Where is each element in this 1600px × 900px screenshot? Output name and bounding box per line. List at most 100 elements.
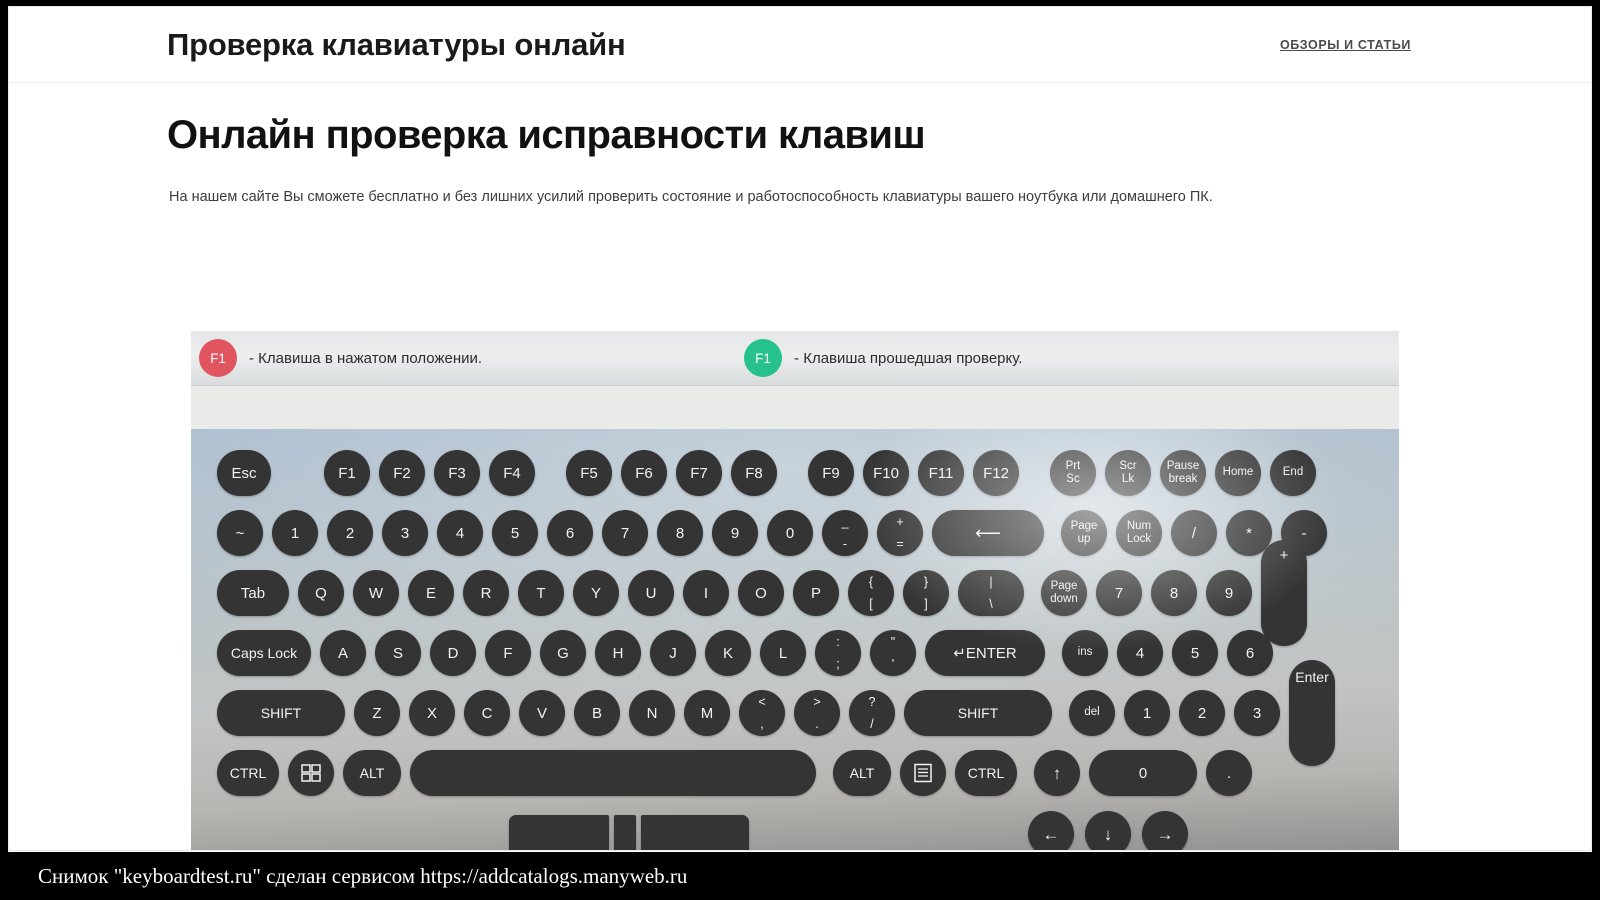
key-8[interactable]: 8 — [657, 510, 703, 556]
key-numpad-9[interactable]: 9 — [1206, 570, 1252, 616]
key-1[interactable]: 1 — [272, 510, 318, 556]
key-shift-left[interactable]: SHIFT — [217, 690, 345, 736]
trackpad-right-button[interactable] — [641, 815, 749, 850]
key-numpad-0[interactable]: 0 — [1089, 750, 1197, 796]
key-n[interactable]: N — [629, 690, 675, 736]
key-numpad-6[interactable]: 6 — [1227, 630, 1273, 676]
trackpad-buttons[interactable] — [509, 815, 749, 850]
key-b[interactable]: B — [574, 690, 620, 736]
key-e[interactable]: E — [408, 570, 454, 616]
key-home[interactable]: Home — [1215, 450, 1261, 496]
key-insert[interactable]: ins — [1062, 630, 1108, 676]
key-f11[interactable]: F11 — [918, 450, 964, 496]
key-quote[interactable]: " ' — [870, 630, 916, 676]
key-t[interactable]: T — [518, 570, 564, 616]
key-alt-left[interactable]: ALT — [343, 750, 401, 796]
key-y[interactable]: Y — [573, 570, 619, 616]
key-semicolon[interactable]: : ; — [815, 630, 861, 676]
key-numpad-divide[interactable]: / — [1171, 510, 1217, 556]
key-4[interactable]: 4 — [437, 510, 483, 556]
key-page-up[interactable]: Page up — [1061, 510, 1107, 556]
key-l[interactable]: L — [760, 630, 806, 676]
key-minus-underscore[interactable]: _ - — [822, 510, 868, 556]
key-delete[interactable]: del — [1069, 690, 1115, 736]
key-scroll-lock[interactable]: Scr Lk — [1105, 450, 1151, 496]
key-2[interactable]: 2 — [327, 510, 373, 556]
key-w[interactable]: W — [353, 570, 399, 616]
key-p[interactable]: P — [793, 570, 839, 616]
key-f10[interactable]: F10 — [863, 450, 909, 496]
key-backslash[interactable]: | \ — [958, 570, 1024, 616]
key-c[interactable]: C — [464, 690, 510, 736]
trackpad-middle-button[interactable] — [614, 815, 636, 850]
key-9[interactable]: 9 — [712, 510, 758, 556]
key-plus-equals[interactable]: + = — [877, 510, 923, 556]
key-ctrl-left[interactable]: CTRL — [217, 750, 279, 796]
key-r[interactable]: R — [463, 570, 509, 616]
key-7[interactable]: 7 — [602, 510, 648, 556]
key-f[interactable]: F — [485, 630, 531, 676]
key-f3[interactable]: F3 — [434, 450, 480, 496]
key-arrow-up[interactable]: ↑ — [1034, 750, 1080, 796]
key-esc[interactable]: Esc — [217, 450, 271, 496]
key-space[interactable] — [410, 750, 816, 796]
key-z[interactable]: Z — [354, 690, 400, 736]
windows-icon[interactable] — [288, 750, 334, 796]
key-alt-right[interactable]: ALT — [833, 750, 891, 796]
key-0[interactable]: 0 — [767, 510, 813, 556]
key-arrow-left[interactable]: ← — [1028, 811, 1074, 850]
key-a[interactable]: A — [320, 630, 366, 676]
key-f12[interactable]: F12 — [973, 450, 1019, 496]
context-menu-icon[interactable] — [900, 750, 946, 796]
key-d[interactable]: D — [430, 630, 476, 676]
key-f6[interactable]: F6 — [621, 450, 667, 496]
key-comma[interactable]: < , — [739, 690, 785, 736]
key-tab[interactable]: Tab — [217, 570, 289, 616]
trackpad-left-button[interactable] — [509, 815, 609, 850]
key-h[interactable]: H — [595, 630, 641, 676]
key-shift-right[interactable]: SHIFT — [904, 690, 1052, 736]
key-6[interactable]: 6 — [547, 510, 593, 556]
key-f9[interactable]: F9 — [808, 450, 854, 496]
key-m[interactable]: M — [684, 690, 730, 736]
key-enter[interactable]: ↵ENTER — [925, 630, 1045, 676]
key-period[interactable]: > . — [794, 690, 840, 736]
key-caps-lock[interactable]: Caps Lock — [217, 630, 311, 676]
key-arrow-right[interactable]: → — [1142, 811, 1188, 850]
key-numpad-8[interactable]: 8 — [1151, 570, 1197, 616]
key-u[interactable]: U — [628, 570, 674, 616]
key-bracket-close[interactable]: } ] — [903, 570, 949, 616]
key-f8[interactable]: F8 — [731, 450, 777, 496]
key-x[interactable]: X — [409, 690, 455, 736]
key-g[interactable]: G — [540, 630, 586, 676]
key-j[interactable]: J — [650, 630, 696, 676]
key-numpad-1[interactable]: 1 — [1124, 690, 1170, 736]
key-backspace[interactable]: ⟵ — [932, 510, 1044, 556]
key-f7[interactable]: F7 — [676, 450, 722, 496]
key-numpad-2[interactable]: 2 — [1179, 690, 1225, 736]
key-i[interactable]: I — [683, 570, 729, 616]
key-print-screen[interactable]: Prt Sc — [1050, 450, 1096, 496]
key-num-lock[interactable]: Num Lock — [1116, 510, 1162, 556]
key-bracket-open[interactable]: { [ — [848, 570, 894, 616]
keyboard[interactable]: Esc F 1 F2 F3 F4 F5 F6 F7 F8 F9 F10 F11 F… — [191, 429, 1399, 850]
key-f2[interactable]: F2 — [379, 450, 425, 496]
key-k[interactable]: K — [705, 630, 751, 676]
key-slash[interactable]: ? / — [849, 690, 895, 736]
key-arrow-down[interactable]: ↓ — [1085, 811, 1131, 850]
key-s[interactable]: S — [375, 630, 421, 676]
keyboard-test-widget[interactable]: F1 - Клавиша в нажатом положении. F1 - К… — [191, 331, 1399, 850]
key-numpad-4[interactable]: 4 — [1117, 630, 1163, 676]
key-numpad-7[interactable]: 7 — [1096, 570, 1142, 616]
key-numpad-5[interactable]: 5 — [1172, 630, 1218, 676]
key-3[interactable]: 3 — [382, 510, 428, 556]
key-page-down[interactable]: Page down — [1041, 570, 1087, 616]
key-numpad-decimal[interactable]: . — [1206, 750, 1252, 796]
nav-link-reviews-articles[interactable]: ОБЗОРЫ И СТАТЬИ — [1280, 38, 1411, 52]
key-o[interactable]: O — [738, 570, 784, 616]
key-f5[interactable]: F5 — [566, 450, 612, 496]
key-q[interactable]: Q — [298, 570, 344, 616]
key-tilde[interactable]: ~ — [217, 510, 263, 556]
key-f4[interactable]: F4 — [489, 450, 535, 496]
key-numpad-3[interactable]: 3 — [1234, 690, 1280, 736]
